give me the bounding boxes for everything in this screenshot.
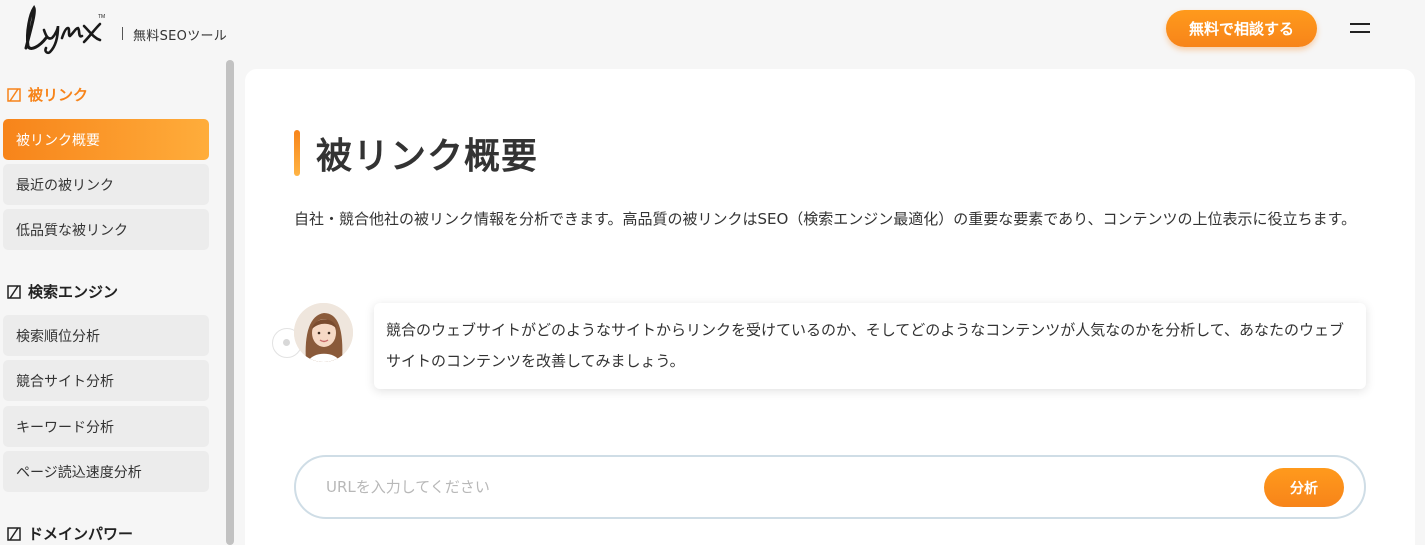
sidebar-section-title: 検索エンジン <box>28 283 119 301</box>
domain-power-section-icon <box>7 526 21 541</box>
header-divider <box>122 27 123 40</box>
advisor-speech-bubble: 競合のウェブサイトがどのようなサイトからリンクを受けているのか、そしてどのような… <box>374 303 1366 389</box>
lynx-logo[interactable]: TM <box>20 2 110 58</box>
search-engine-section-icon <box>7 284 21 299</box>
sidebar-item-competitor-analysis[interactable]: 競合サイト分析 <box>3 360 209 401</box>
url-search-bar: 分析 <box>294 455 1366 519</box>
sidebar-section-domain-power[interactable]: ドメインパワー <box>6 523 133 544</box>
advisor-avatar-icon <box>294 303 353 362</box>
sidebar-item-backlink-overview[interactable]: 被リンク概要 <box>3 119 209 160</box>
link-section-icon <box>7 87 21 102</box>
hamburger-line <box>1350 23 1370 25</box>
hamburger-icon[interactable] <box>1350 20 1372 36</box>
lynx-logo-icon: TM <box>24 5 105 55</box>
sidebar-section-title: 被リンク <box>28 86 89 104</box>
sidebar-item-recent-backlinks[interactable]: 最近の被リンク <box>3 164 209 205</box>
sidebar-section-backlinks[interactable]: 被リンク <box>6 84 88 105</box>
sidebar-section-search-engine[interactable]: 検索エンジン <box>6 281 118 302</box>
hamburger-line <box>1350 31 1370 33</box>
free-consultation-button[interactable]: 無料で相談する <box>1166 10 1317 47</box>
analyze-button[interactable]: 分析 <box>1264 468 1344 507</box>
tagline: 無料SEOツール <box>133 29 228 44</box>
page-description: 自社・競合他社の被リンク情報を分析できます。高品質の被リンクはSEO（検索エンジ… <box>294 210 1357 228</box>
url-input[interactable] <box>326 471 1226 503</box>
sidebar-item-keyword-analysis[interactable]: キーワード分析 <box>3 406 209 447</box>
sidebar-section-title: ドメインパワー <box>28 525 134 543</box>
sidebar-scrollbar[interactable] <box>226 60 234 545</box>
title-accent-bar <box>294 130 300 176</box>
page-title: 被リンク概要 <box>316 136 539 177</box>
advisor-avatar <box>294 303 353 362</box>
sidebar-item-low-quality-backlinks[interactable]: 低品質な被リンク <box>3 209 209 250</box>
sidebar-item-ranking-analysis[interactable]: 検索順位分析 <box>3 315 209 356</box>
sidebar-item-page-speed-analysis[interactable]: ページ読込速度分析 <box>3 451 209 492</box>
svg-text:TM: TM <box>98 14 105 20</box>
header: TM 無料SEOツール 無料で相談する <box>0 0 1425 58</box>
